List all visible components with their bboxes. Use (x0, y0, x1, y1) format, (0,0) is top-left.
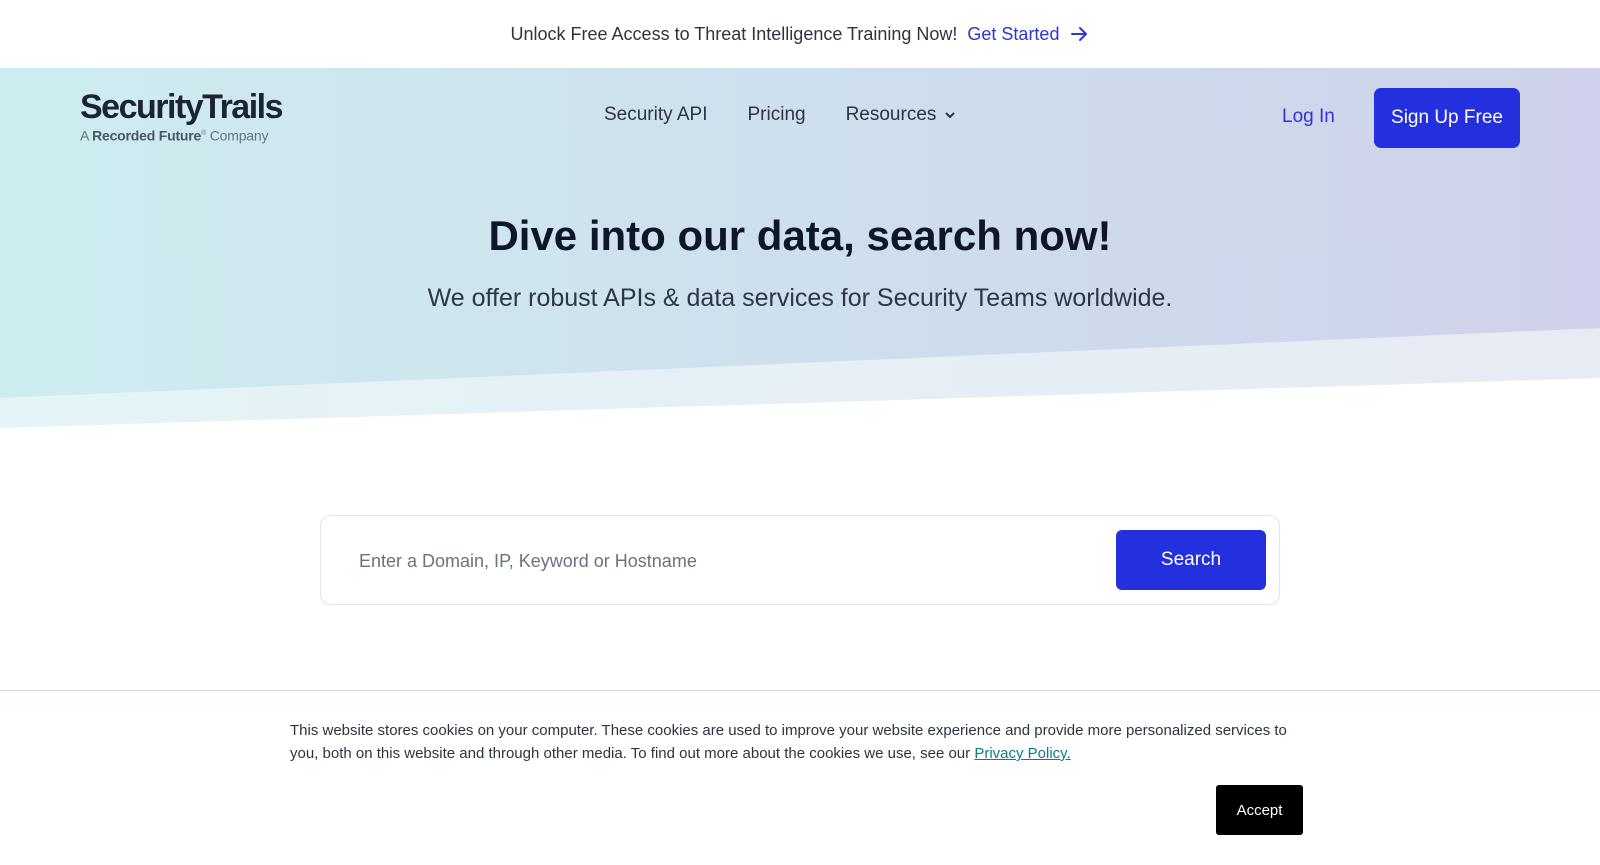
get-started-link[interactable]: Get Started (967, 24, 1089, 45)
nav-item-pricing[interactable]: Pricing (748, 104, 806, 126)
login-link[interactable]: Log In (1282, 106, 1335, 128)
cookie-banner: This website stores cookies on your comp… (0, 690, 1600, 865)
logo-sub-company: Recorded Future (92, 127, 202, 144)
hero-section: SecurityTrails A Recorded Future® Compan… (0, 68, 1600, 428)
nav-item-label: Security API (604, 104, 708, 125)
logo-sub-prefix: A (80, 127, 89, 144)
logo[interactable]: SecurityTrails A Recorded Future® Compan… (80, 88, 284, 144)
cookie-text: This website stores cookies on your comp… (290, 719, 1310, 765)
accept-cookies-button[interactable]: Accept (1216, 785, 1303, 835)
search-input[interactable] (359, 540, 1079, 582)
announcement-bar: Unlock Free Access to Threat Intelligenc… (0, 0, 1600, 68)
hero-title: Dive into our data, search now! (488, 212, 1112, 259)
signup-button[interactable]: Sign Up Free (1374, 88, 1520, 148)
get-started-label: Get Started (967, 23, 1060, 44)
nav-links: Security API Pricing Resources (604, 104, 956, 126)
logo-subline: A Recorded Future® Company (80, 127, 269, 144)
main-nav: SecurityTrails A Recorded Future® Compan… (0, 68, 1600, 168)
announcement-message: Unlock Free Access to Threat Intelligenc… (510, 23, 958, 44)
chevron-down-icon (945, 112, 955, 118)
search-button[interactable]: Search (1116, 530, 1266, 590)
logo-brand: SecurityTrails (80, 88, 284, 126)
nav-item-security-api[interactable]: Security API (604, 104, 708, 126)
nav-item-label: Resources (845, 104, 937, 125)
nav-item-resources[interactable]: Resources (846, 104, 957, 126)
privacy-policy-link[interactable]: Privacy Policy. (974, 745, 1070, 762)
logo-sub-suffix: Company (209, 127, 269, 144)
hero-subtitle: We offer robust APIs & data services for… (427, 284, 1173, 312)
arrow-right-icon (1071, 27, 1088, 41)
search-card: Search (320, 515, 1280, 605)
nav-item-label: Pricing (747, 104, 806, 125)
cookie-message: This website stores cookies on your comp… (290, 722, 1287, 762)
